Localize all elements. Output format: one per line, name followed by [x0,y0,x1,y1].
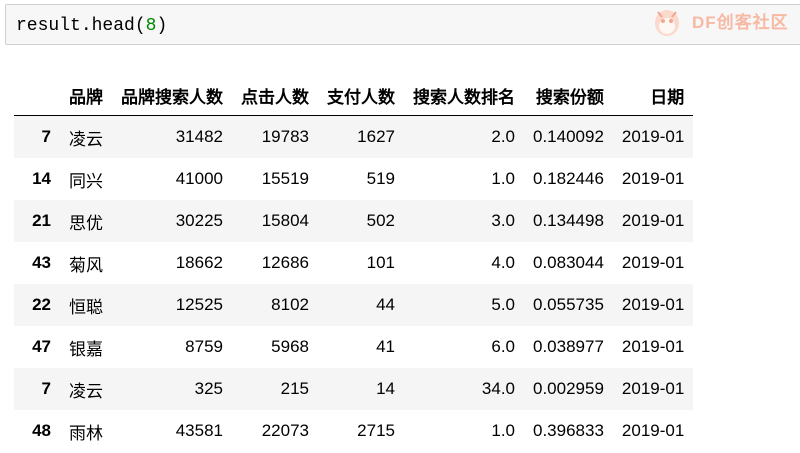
table-cell: 2019-01 [621,337,685,356]
row-index: 7 [41,127,51,146]
table-row: 14 同兴 41000 15519 519 1.0 0.182446 2019-01 [14,158,693,200]
row-index: 21 [32,211,51,230]
column-header: 搜索人数排名 [404,76,524,116]
table-cell: 同兴 [69,171,103,191]
table-cell: 5.0 [491,295,515,314]
code-open-paren: ( [134,16,146,36]
code-argument: 8 [145,16,157,36]
table-cell: 2019-01 [621,295,685,314]
table-row: 7 凌云 31482 19783 1627 2.0 0.140092 2019-01 [14,115,694,158]
table-cell: 2019-01 [621,211,685,230]
table-cell: 8759 [185,337,223,356]
row-index: 7 [41,379,51,398]
table-cell: 41000 [175,169,223,188]
table-cell: 2019-01 [621,421,685,440]
index-header [14,76,60,116]
code-close-paren: ) [156,16,168,36]
table-cell: 0.038977 [533,337,604,356]
table-cell: 215 [280,379,309,398]
table-cell: 8102 [271,295,309,314]
table-cell: 2715 [357,421,395,440]
table-cell: 34.0 [481,379,515,398]
table-cell: 12686 [261,253,309,272]
column-header: 点击人数 [232,76,318,116]
table-cell: 3.0 [491,211,515,230]
table-cell: 菊风 [69,255,103,275]
table-cell: 0.083044 [533,253,604,272]
column-header: 日期 [612,76,694,116]
column-header: 品牌搜索人数 [112,76,232,116]
table-cell: 0.182446 [533,169,604,188]
table-cell: 18662 [175,253,223,272]
table-cell: 6.0 [491,337,515,356]
table-cell: 0.002959 [533,379,604,398]
table-cell: 0.140092 [533,127,604,146]
table-cell: 2.0 [491,127,515,146]
table-cell: 凌云 [69,381,103,401]
row-index: 48 [32,421,51,440]
table-cell: 41 [376,337,395,356]
row-index: 47 [32,337,51,356]
code-object-name: result [16,16,81,36]
table-cell: 15804 [261,211,309,230]
table-row: 7 凌云 325 215 14 34.0 0.002959 2019-01 [14,368,694,410]
code-line: result.head(8) [16,15,167,37]
table-cell: 恒聪 [69,297,103,317]
table-cell: 519 [366,169,395,188]
table-row: 48 雨林 43581 22073 2715 1.0 0.396833 2019-01 [14,410,693,452]
table-cell: 15519 [261,169,309,188]
table-cell: 14 [376,379,395,398]
table-row: 43 菊风 18662 12686 101 4.0 0.083044 2019-01 [14,242,693,284]
table-cell: 4.0 [491,253,515,272]
table-cell: 1.0 [491,421,515,440]
code-method-name: head [91,16,135,36]
watermark-logo-icon [655,10,679,36]
table-cell: 43581 [175,421,223,440]
row-index: 43 [32,253,51,272]
table-cell: 2019-01 [621,169,685,188]
table-cell: 30225 [175,211,223,230]
table-header: 品牌 品牌搜索人数 点击人数 支付人数 搜索人数排名 搜索份额 日期 [14,76,694,116]
table-cell: 雨林 [69,423,103,443]
table-cell: 31482 [175,127,223,146]
table-cell: 44 [376,295,395,314]
column-header: 品牌 [60,76,112,116]
table-body: 7 凌云 31482 19783 1627 2.0 0.140092 2019-01 14 同兴 4… [14,115,694,453]
table-cell: 2019-01 [621,379,685,398]
table-row: 47 银嘉 8759 5968 41 6.0 0.038977 2019-01 [14,326,693,368]
table-cell: 思优 [69,213,103,233]
table-cell: 2019-01 [621,127,685,146]
table-cell: 0.134498 [533,211,604,230]
table-cell: 1627 [357,127,395,146]
table-cell: 0.055735 [533,295,604,314]
code-dot: . [80,16,92,36]
table-cell: 凌云 [69,129,103,149]
table-cell: 502 [366,211,395,230]
table-cell: 101 [366,253,395,272]
table-cell: 2019-01 [621,253,685,272]
table-cell: 1.0 [491,169,515,188]
watermark-text: DF创客社区 [692,13,789,32]
dataframe-table: 品牌 品牌搜索人数 点击人数 支付人数 搜索人数排名 搜索份额 日期 7 凌云 31482 197… [14,76,694,453]
table-cell: 12525 [175,295,223,314]
table-cell: 银嘉 [69,339,103,359]
table-cell: 325 [194,379,223,398]
table-cell: 19783 [261,127,309,146]
column-header: 搜索份额 [524,76,613,116]
watermark: DF创客社区 [652,2,800,42]
table-cell: 22073 [261,421,309,440]
header-row: 品牌 品牌搜索人数 点击人数 支付人数 搜索人数排名 搜索份额 日期 [14,76,694,116]
column-header: 支付人数 [318,76,404,116]
table-cell: 0.396833 [533,421,604,440]
row-index: 14 [32,169,51,188]
row-index: 22 [32,295,51,314]
table-cell: 5968 [271,337,309,356]
table-row: 22 恒聪 12525 8102 44 5.0 0.055735 2019-01 [14,284,694,326]
table-row: 21 思优 30225 15804 502 3.0 0.134498 2019-01 [14,200,694,242]
